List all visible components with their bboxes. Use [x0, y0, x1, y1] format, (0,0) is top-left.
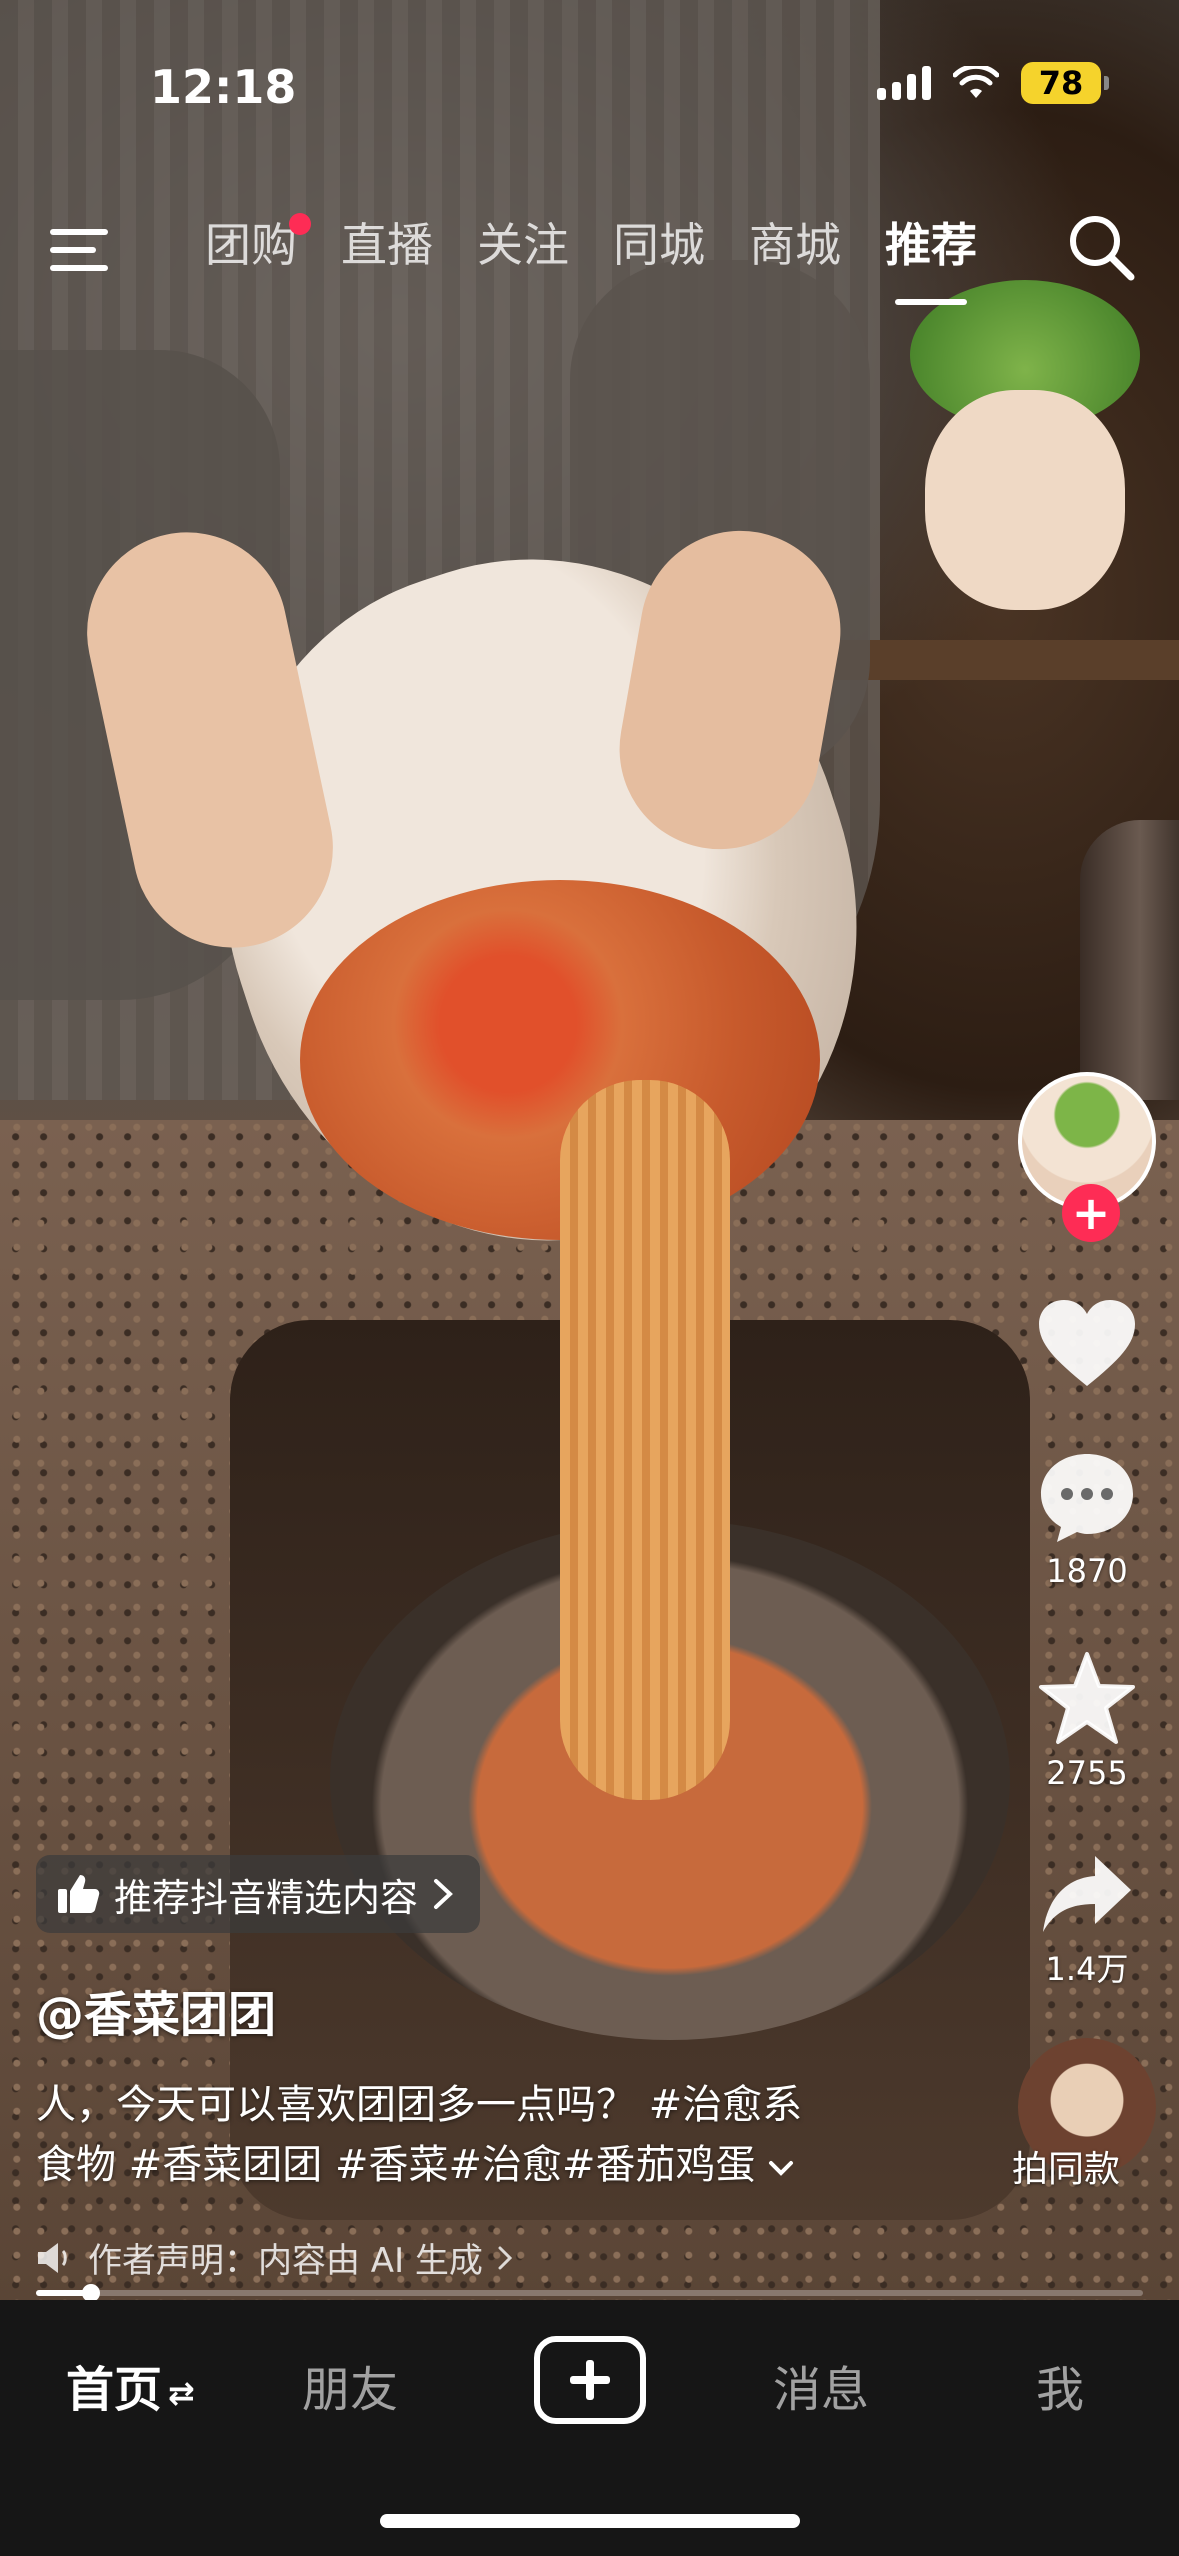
- follow-button[interactable]: +: [1062, 1184, 1120, 1242]
- plus-icon: [570, 2360, 610, 2400]
- action-rail: + 1870 2755 1.4万 拍同款: [1012, 1072, 1161, 2190]
- tab-live[interactable]: 直播: [341, 215, 433, 305]
- home-indicator: [380, 2514, 800, 2528]
- tab-inbox[interactable]: 消息: [773, 2350, 869, 2430]
- tab-me[interactable]: 我: [1036, 2350, 1084, 2430]
- nav-tabs: 团购 直播 关注 同城 商城 推荐: [205, 213, 977, 305]
- like-button[interactable]: [1035, 1298, 1139, 1390]
- tab-label: 团购: [205, 218, 297, 272]
- recommend-chip-label: 推荐抖音精选内容: [114, 1875, 419, 1920]
- favorite-button[interactable]: 2755: [1037, 1650, 1137, 1792]
- tab-mall[interactable]: 商城: [749, 215, 841, 305]
- plus-icon: +: [1071, 1186, 1111, 1240]
- status-indicators: 78: [877, 62, 1109, 104]
- description-line-1: 人，今天可以喜欢团团多一点吗？ #治愈系: [36, 2082, 803, 2128]
- tab-home[interactable]: 首页 ⇄: [66, 2350, 195, 2430]
- tab-friends[interactable]: 朋友: [302, 2350, 398, 2430]
- share-arrow-icon: [1043, 1856, 1131, 1932]
- share-count: 1.4万: [1045, 1950, 1129, 1988]
- battery-indicator: 78: [1021, 62, 1109, 104]
- video-frame[interactable]: [0, 0, 1179, 2300]
- video-progress-bar[interactable]: [36, 2284, 1143, 2302]
- chevron-down-icon: [769, 2161, 794, 2176]
- author-name[interactable]: @香菜团团: [36, 1975, 276, 2045]
- ai-declaration[interactable]: 作者声明：内容由 AI 生成: [36, 2233, 513, 2282]
- create-button[interactable]: [534, 2336, 646, 2424]
- hamburger-menu-icon[interactable]: [50, 225, 116, 275]
- description-line-2: 食物 #香菜团团 #香菜#治愈#番茄鸡蛋: [36, 2142, 756, 2188]
- comment-count: 1870: [1046, 1552, 1128, 1590]
- speaker-icon: [38, 2242, 67, 2273]
- tab-following[interactable]: 关注: [477, 215, 569, 305]
- thumbs-up-icon: [58, 1875, 100, 1913]
- status-time: 12:18: [150, 60, 297, 114]
- same-style-button[interactable]: 拍同款: [1012, 2038, 1156, 2190]
- notification-dot: [289, 213, 311, 235]
- tab-recommended[interactable]: 推荐: [885, 215, 977, 305]
- tab-home-label: 首页: [66, 2362, 163, 2418]
- tab-nearby[interactable]: 同城: [613, 215, 705, 305]
- shelf-shape: [830, 640, 1179, 680]
- share-button[interactable]: 1.4万: [1039, 1852, 1135, 1990]
- star-icon: [1039, 1652, 1135, 1744]
- chevron-right-icon: [434, 1879, 453, 1909]
- declaration-text: 作者声明：内容由 AI 生成: [88, 2241, 483, 2281]
- comment-button[interactable]: 1870: [1037, 1450, 1137, 1590]
- video-description[interactable]: 人，今天可以喜欢团团多一点吗？ #治愈系 食物 #香菜团团 #香菜#治愈#番茄鸡…: [36, 2075, 936, 2195]
- search-icon[interactable]: [1065, 211, 1137, 283]
- author-avatar[interactable]: +: [1018, 1072, 1156, 1242]
- faucet-shape: [1080, 820, 1179, 1100]
- wifi-icon: [953, 66, 999, 98]
- favorite-count: 2755: [1046, 1754, 1128, 1792]
- plush-toy: [900, 280, 1150, 640]
- tab-group-buy[interactable]: 团购: [205, 213, 311, 305]
- heart-icon: [1039, 1300, 1135, 1386]
- swap-arrows-icon: ⇄: [168, 2374, 195, 2412]
- cellular-signal-icon: [877, 66, 931, 100]
- same-style-label: 拍同款: [1012, 2149, 1121, 2190]
- top-navigation: 团购 直播 关注 同城 商城 推荐: [0, 205, 1179, 315]
- recommend-chip[interactable]: 推荐抖音精选内容: [36, 1855, 481, 1933]
- noodle-stream: [560, 1080, 730, 1800]
- chevron-right-icon: [498, 2246, 513, 2269]
- comment-bubble-icon: [1041, 1454, 1133, 1542]
